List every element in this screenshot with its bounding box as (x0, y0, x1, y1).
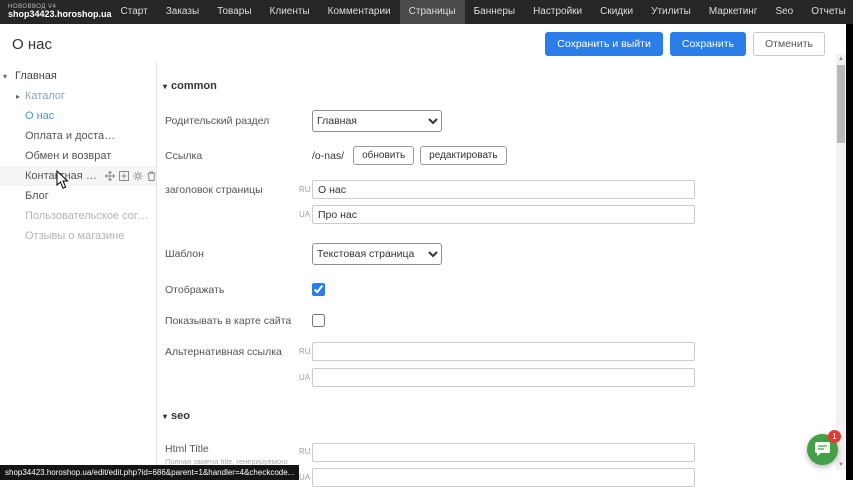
html-title-label-block: Html Title Полная замена title, генериру… (165, 443, 299, 466)
screen-edge-strip (846, 24, 853, 480)
page-title-label: заголовок страницы (165, 184, 299, 196)
menu-item-utilities[interactable]: Утилиты (642, 0, 700, 24)
trash-icon[interactable] (147, 171, 156, 181)
display-checkbox[interactable] (312, 283, 325, 296)
link-update-button[interactable]: обновить (353, 146, 414, 165)
sidebar-item-about[interactable]: О нас (0, 106, 156, 126)
template-label: Шаблон (165, 248, 299, 260)
chat-widget-button[interactable]: 1 (807, 434, 838, 465)
lang-ru-label: RU (299, 347, 312, 356)
gear-icon[interactable] (133, 171, 143, 181)
page-edit-form: ▾ common Родительский раздел Главная Ссы… (157, 62, 836, 480)
html-title-ru-input[interactable] (312, 443, 695, 462)
alt-link-ru-row: Альтернативная ссылка RU (165, 342, 695, 361)
add-icon[interactable] (119, 171, 129, 181)
sidebar-item-user-agreement[interactable]: Пользовательское соглашение (0, 206, 156, 226)
menu-item-clients[interactable]: Клиенты (261, 0, 319, 24)
move-icon[interactable] (105, 171, 115, 181)
sidebar-item-payment-delivery[interactable]: Оплата и доставка (0, 126, 156, 146)
sidebar-item-catalog[interactable]: ▸ Каталог (0, 86, 156, 106)
sidebar-item-contact-info[interactable]: Контактная инфор (0, 166, 156, 186)
brand-domain: shop34423.horoshop.ua (8, 10, 112, 19)
section-seo-header[interactable]: ▾ seo (163, 410, 190, 422)
scroll-down-arrow[interactable]: ▼ (836, 460, 846, 470)
menu-item-marketing[interactable]: Маркетинг (700, 0, 767, 24)
scrollbar-thumb[interactable] (837, 65, 845, 143)
chevron-down-icon: ▾ (163, 82, 167, 91)
lang-ru-label: RU (299, 185, 312, 194)
sidebar-item-exchange-return[interactable]: Обмен и возврат (0, 146, 156, 166)
chevron-down-icon: ▾ (163, 412, 167, 421)
menu-item-pages[interactable]: Страницы (400, 0, 465, 24)
sidebar-item-blog[interactable]: Блог (0, 186, 156, 206)
menu-item-start[interactable]: Старт (112, 0, 157, 24)
menu-item-seo[interactable]: Seo (766, 0, 802, 24)
chat-bubble-icon (814, 442, 831, 457)
parent-section-row: Родительский раздел Главная (165, 110, 442, 132)
cancel-button[interactable]: Отменить (753, 32, 825, 56)
link-label: Ссылка (165, 150, 299, 162)
template-row: Шаблон Текстовая страница (165, 243, 442, 265)
html-title-ru-row: Html Title Полная замена title, генериру… (165, 443, 695, 466)
save-and-exit-button[interactable]: Сохранить и выйти (545, 32, 663, 56)
chevron-down-icon[interactable]: ▾ (3, 72, 13, 81)
parent-section-select[interactable]: Главная (312, 110, 442, 132)
template-select[interactable]: Текстовая страница (312, 243, 442, 265)
menu-item-comments[interactable]: Комментарии (319, 0, 400, 24)
lang-ua-label: UA (299, 373, 312, 382)
lang-ua-label: UA (299, 473, 312, 482)
brand[interactable]: НОВОВВОД V4 shop34423.horoshop.ua (0, 4, 112, 20)
scroll-up-arrow[interactable]: ▲ (836, 54, 846, 64)
pages-tree-sidebar: ▾ Главная ▸ Каталог О нас Оплата и доста… (0, 62, 157, 466)
page-title-ua-row: UA (165, 205, 695, 224)
lang-ua-label: UA (299, 210, 312, 219)
sitemap-row: Показывать в карте сайта (165, 314, 325, 327)
link-row: Ссылка /o-nas/ обновить редактировать (165, 146, 513, 165)
menu-item-discounts[interactable]: Скидки (591, 0, 642, 24)
topbar: НОВОВВОД V4 shop34423.horoshop.ua Старт … (0, 0, 853, 24)
tree-item-actions (105, 171, 156, 181)
alt-link-ru-input[interactable] (312, 342, 695, 361)
html-title-label: Html Title (165, 443, 299, 455)
chat-unread-badge: 1 (828, 430, 841, 443)
link-value: /o-nas/ (312, 150, 344, 162)
menu-item-products[interactable]: Товары (208, 0, 260, 24)
vertical-scrollbar[interactable]: ▲ ▼ (836, 54, 846, 470)
page-header: О нас Сохранить и выйти Сохранить Отмени… (0, 24, 837, 64)
alt-link-ua-row: UA (165, 368, 695, 387)
display-row: Отображать (165, 283, 325, 296)
menu-item-settings[interactable]: Настройки (524, 0, 591, 24)
main-menu: Старт Заказы Товары Клиенты Комментарии … (112, 0, 853, 24)
page-title: О нас (12, 36, 52, 53)
page-title-ru-input[interactable] (312, 180, 695, 199)
menu-item-banners[interactable]: Баннеры (465, 0, 524, 24)
link-edit-button[interactable]: редактировать (420, 146, 506, 165)
parent-section-label: Родительский раздел (165, 115, 299, 127)
page-title-ua-input[interactable] (312, 205, 695, 224)
page-title-ru-row: заголовок страницы RU (165, 180, 695, 199)
link-preview-statusbar: shop34423.horoshop.ua/edit/edit.php?id=6… (0, 465, 299, 480)
sitemap-checkbox[interactable] (312, 314, 325, 327)
sitemap-label: Показывать в карте сайта (165, 315, 299, 327)
save-button[interactable]: Сохранить (670, 32, 746, 56)
alt-link-ua-input[interactable] (312, 368, 695, 387)
sidebar-item-home[interactable]: ▾ Главная (0, 66, 156, 86)
header-buttons: Сохранить и выйти Сохранить Отменить (545, 32, 825, 56)
alt-link-label: Альтернативная ссылка (165, 346, 299, 358)
sidebar-item-store-reviews[interactable]: Отзывы о магазине (0, 226, 156, 246)
display-label: Отображать (165, 284, 299, 296)
chevron-right-icon[interactable]: ▸ (16, 92, 26, 101)
menu-item-reports[interactable]: Отчеты (802, 0, 853, 24)
html-title-ua-input[interactable] (312, 468, 695, 487)
menu-item-orders[interactable]: Заказы (157, 0, 208, 24)
lang-ru-label: RU (299, 447, 312, 456)
section-common-header[interactable]: ▾ common (163, 80, 217, 92)
